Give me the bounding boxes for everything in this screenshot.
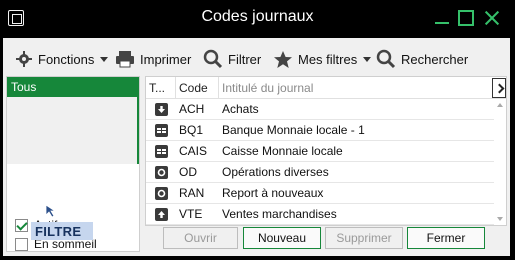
mes-filtres-menu[interactable]: Mes filtres <box>273 48 372 70</box>
mouse-pointer-icon <box>45 204 57 218</box>
mes-filtres-label: Mes filtres <box>298 51 358 67</box>
title-bar[interactable]: Codes journaux <box>0 0 515 38</box>
intitule-cell: Achats <box>222 102 259 116</box>
intitule-cell: Banque Monnaie locale - 1 <box>222 123 365 137</box>
client-area: Fonctions Imprimer Filtrer Mes filtres R… <box>3 38 510 256</box>
code-cell: VTE <box>179 207 203 221</box>
journal-grid: T... Code Intitulé du journal ACH Achats… <box>145 76 507 226</box>
intitule-cell: Report à nouveaux <box>222 186 324 200</box>
scroll-up-icon[interactable] <box>497 103 503 107</box>
table-row[interactable]: VTE Ventes marchandises <box>146 204 494 225</box>
column-header-type[interactable]: T... <box>146 77 176 99</box>
search-icon <box>203 49 223 69</box>
minimize-icon[interactable] <box>434 10 450 26</box>
filtrer-button[interactable]: Filtrer <box>203 48 261 70</box>
filter-item-tous[interactable]: Tous <box>7 77 139 97</box>
rechercher-button[interactable]: Rechercher <box>376 48 468 70</box>
code-cell: RAN <box>179 186 205 200</box>
intitule-cell: Ventes marchandises <box>222 207 337 221</box>
table-row[interactable]: BQ1 Banque Monnaie locale - 1 <box>146 120 494 141</box>
nouveau-button[interactable]: Nouveau <box>243 227 321 249</box>
vertical-scrollbar[interactable] <box>494 99 506 225</box>
chevron-down-icon <box>100 56 109 62</box>
rechercher-label: Rechercher <box>401 51 469 67</box>
column-header-code[interactable]: Code <box>176 77 219 99</box>
intitule-cell: Caisse Monnaie locale <box>222 144 343 158</box>
en-sommeil-checkbox[interactable] <box>15 237 28 251</box>
maximize-icon[interactable] <box>458 10 474 26</box>
table-row[interactable]: OD Opérations diverses <box>146 162 494 183</box>
code-cell: CAIS <box>179 144 208 158</box>
circle-icon <box>154 187 168 200</box>
codes-journaux-window: Codes journaux Fonctions Imprimer Filtre… <box>0 0 515 260</box>
code-cell: ACH <box>179 102 205 116</box>
imprimer-button[interactable]: Imprimer <box>115 48 191 70</box>
code-cell: OD <box>179 165 197 179</box>
table-row[interactable]: RAN Report à nouveaux <box>146 183 494 204</box>
column-header-intitule[interactable]: Intitulé du journal <box>219 77 489 99</box>
scroll-down-icon[interactable] <box>497 217 503 221</box>
fermer-button[interactable]: Fermer <box>407 227 485 249</box>
grid-header: T... Code Intitulé du journal <box>146 77 506 99</box>
code-cell: BQ1 <box>179 123 204 137</box>
upload-icon <box>154 208 168 221</box>
supprimer-button[interactable]: Supprimer <box>325 227 403 249</box>
ouvrir-button[interactable]: Ouvrir <box>163 227 238 249</box>
search-icon <box>376 49 396 69</box>
filtre-tag: FILTRE <box>31 222 93 240</box>
gear-icon <box>16 51 32 67</box>
bank-card-icon <box>154 124 168 137</box>
toolbar: Fonctions Imprimer Filtrer Mes filtres R… <box>3 40 510 76</box>
actifs-checkbox[interactable] <box>15 218 28 232</box>
printer-icon <box>116 51 134 68</box>
fonctions-label: Fonctions <box>38 51 95 67</box>
download-icon <box>154 103 168 116</box>
star-icon <box>274 50 292 68</box>
chevron-down-icon <box>363 56 372 62</box>
filter-list-area <box>7 77 139 164</box>
circle-icon <box>154 166 168 179</box>
filtrer-label: Filtrer <box>228 51 262 67</box>
bank-card-icon <box>154 145 168 158</box>
close-icon[interactable] <box>484 10 500 26</box>
table-row[interactable]: ACH Achats <box>146 99 494 120</box>
table-row[interactable]: CAIS Caisse Monnaie locale <box>146 141 494 162</box>
imprimer-label: Imprimer <box>140 51 192 67</box>
fonctions-menu[interactable]: Fonctions <box>15 48 109 70</box>
chevron-right-icon[interactable] <box>492 78 506 98</box>
intitule-cell: Opérations diverses <box>222 165 329 179</box>
